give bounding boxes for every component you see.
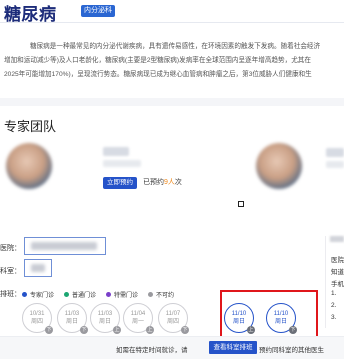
legend-general: 普通门诊: [64, 290, 96, 299]
day-date: 11/04: [130, 311, 146, 317]
intro-line: 增加和运动减少等)及人口老龄化，糖尿病(主要是2型糖尿病)发病率在全球范围内呈逐…: [4, 57, 311, 64]
legend-unavailable: 不可约: [148, 290, 174, 299]
department-select[interactable]: [24, 259, 52, 277]
bottom-prefix: 如需在特定时间就诊，请: [116, 347, 188, 354]
department-value-blurred: [31, 264, 45, 272]
cursor-marker: [238, 201, 244, 207]
expert-name-blurred: [326, 148, 344, 157]
hospital-select[interactable]: [24, 237, 106, 255]
expert-title-blurred: [326, 161, 344, 168]
clinic-type-legend: 专家门诊 普通门诊 特需门诊 不可约: [22, 290, 174, 299]
highlight-box: [220, 290, 318, 338]
panel-line: 手机: [331, 281, 344, 288]
session-badge: 上: [113, 326, 121, 334]
expert-name-blurred: [103, 147, 129, 156]
day-date: 11/07: [165, 311, 181, 317]
panel-line: 医院: [331, 257, 344, 264]
panel-line: 知道: [331, 269, 344, 276]
schedule-label: 排班：: [0, 291, 21, 298]
hospital-info-panel: 医院 知道 手机 1. 2. 3.: [325, 236, 344, 328]
view-dept-schedule-button[interactable]: 查看科室排班: [209, 341, 257, 354]
panel-line: 2.: [331, 302, 337, 309]
day-weekday: 周四: [30, 319, 43, 325]
day-weekday: 周四: [166, 319, 179, 325]
session-badge: 上: [146, 326, 154, 334]
schedule-day[interactable]: 11/07 周四下: [158, 303, 189, 334]
section-divider: [0, 98, 344, 106]
day-date: 11/03: [97, 311, 113, 317]
day-date: 10/31: [29, 311, 45, 317]
legend-dot-icon: [106, 292, 112, 297]
bottom-bar: 如需在特定时间就诊，请 查看科室排班 预约同科室的其他医生: [0, 336, 344, 359]
department-tag[interactable]: 内分泌科: [81, 5, 115, 17]
intro-line: 2025年可能增加170%)，呈现流行势态。糖尿病现已成为继心血管病和肿瘤之后，…: [4, 71, 312, 78]
session-badge: 下: [181, 326, 189, 334]
page-header: 糖尿病 内分泌科: [0, 0, 344, 24]
panel-line: 3.: [331, 314, 337, 321]
legend-dot-icon: [22, 292, 27, 297]
expert-avatar[interactable]: [6, 143, 52, 189]
intro-line: 糖尿病是一种最常见的内分泌代谢疾病，具有遗传易感性，在环境因素的触发下发病。随着…: [30, 43, 321, 50]
disease-intro: 糖尿病是一种最常见的内分泌代谢疾病，具有遗传易感性，在环境因素的触发下发病。随着…: [4, 40, 344, 82]
schedule-day[interactable]: 11/04 周一上: [123, 303, 154, 334]
legend-dot-icon: [148, 292, 154, 297]
legend-dot-icon: [64, 292, 70, 297]
day-weekday: 周日: [65, 319, 78, 325]
schedule-day[interactable]: 10/31 周四下: [22, 303, 53, 334]
day-weekday: 周日: [98, 319, 111, 325]
legend-special: 特需门诊: [106, 290, 138, 299]
panel-title-blurred: [330, 236, 344, 242]
department-label: 科室：: [0, 268, 21, 275]
session-badge: 下: [45, 326, 53, 334]
hospital-label: 医院：: [0, 245, 21, 252]
session-badge: 下: [80, 326, 88, 334]
expert-title-blurred: [103, 160, 141, 167]
day-date: 11/03: [64, 311, 80, 317]
panel-line: 1.: [331, 290, 337, 297]
book-now-button[interactable]: 立即预约: [103, 177, 137, 189]
day-weekday: 周一: [131, 319, 144, 325]
legend-expert: 专家门诊: [22, 290, 54, 299]
expert-avatar[interactable]: [256, 143, 302, 189]
header-divider: [0, 22, 344, 23]
schedule-day[interactable]: 11/03 周日下: [57, 303, 88, 334]
booked-count: 已预约9人次: [143, 179, 182, 186]
bottom-suffix: 预约同科室的其他医生: [259, 347, 324, 354]
schedule-day[interactable]: 11/03 周日上: [90, 303, 121, 334]
hospital-value-blurred: [31, 242, 97, 250]
section-title: 专家团队: [4, 119, 57, 134]
